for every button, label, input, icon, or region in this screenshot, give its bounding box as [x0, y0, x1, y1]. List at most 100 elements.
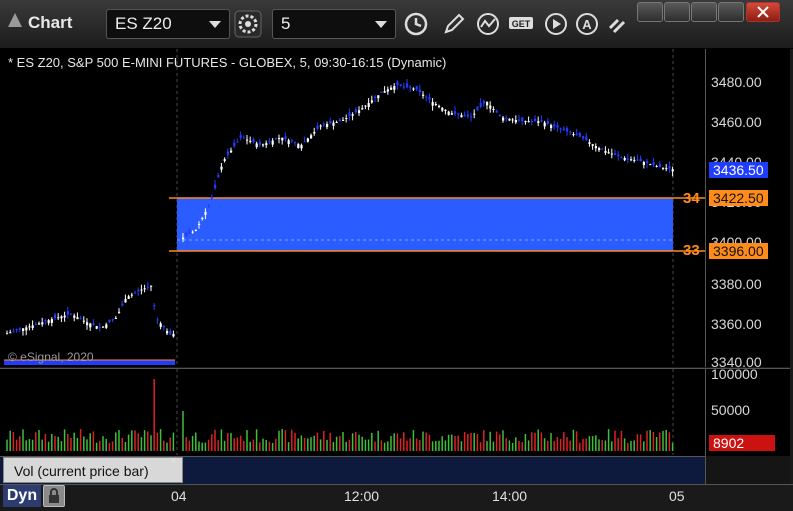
svg-text:GET: GET [512, 19, 531, 29]
candle-body [297, 144, 300, 149]
candle-body [642, 162, 645, 166]
price-tick: 3360.00 [711, 316, 762, 332]
gear-icon[interactable] [234, 10, 262, 38]
candle-body [546, 120, 549, 124]
candle-body [201, 217, 204, 219]
candle-body [230, 150, 233, 153]
candle-body [86, 322, 89, 326]
candle-body [319, 125, 322, 127]
candle-body [38, 323, 41, 325]
candle-body [63, 315, 66, 318]
time-tick: 04 [171, 488, 187, 504]
candle-body [396, 81, 399, 86]
candle-body [150, 285, 153, 287]
candle-body [82, 320, 85, 322]
candle-body [626, 158, 629, 160]
candle-body [399, 84, 402, 86]
time-tick: 12:00 [344, 488, 380, 504]
candle-body [582, 136, 585, 139]
chevron-down-icon [375, 21, 387, 28]
candle-body [191, 231, 194, 233]
candle-body [550, 125, 553, 129]
candle-body [6, 333, 9, 335]
close-icon [757, 6, 769, 18]
interval-value: 5 [281, 14, 291, 33]
study-label[interactable]: Vol (current price bar) [3, 457, 183, 483]
candle-body [50, 319, 53, 323]
candle-body [585, 136, 588, 141]
candle-body [402, 86, 405, 88]
candle-body [623, 157, 626, 161]
candle-body [108, 319, 111, 323]
close-button[interactable] [746, 2, 780, 22]
candle-body [639, 158, 642, 162]
lock-icon[interactable] [43, 485, 65, 507]
candle-body [226, 151, 229, 155]
candle-body [361, 108, 364, 110]
candle-body [47, 320, 50, 324]
candle-body [521, 117, 524, 122]
minimize-button[interactable] [691, 2, 717, 22]
candle-body [162, 325, 165, 328]
studies-icon[interactable] [474, 10, 502, 38]
candle-body [118, 311, 121, 313]
candle-body [281, 137, 284, 141]
candle-body [290, 140, 293, 142]
candle-body [655, 165, 658, 167]
candle-body [127, 296, 130, 299]
candle-body [390, 87, 393, 90]
candle-body [502, 117, 505, 121]
candle-body [380, 91, 383, 93]
pencil-icon[interactable] [440, 10, 468, 38]
candle-body [31, 325, 34, 329]
candle-body [300, 144, 303, 149]
restore-window-button[interactable] [664, 2, 690, 22]
candle-body [569, 131, 572, 133]
menu-window-button[interactable] [637, 2, 663, 22]
candle-body [601, 148, 604, 150]
candle-body [406, 83, 409, 88]
candle-body [594, 146, 597, 149]
candle-body [329, 121, 332, 124]
symbol-input[interactable]: ES Z20 [106, 9, 230, 39]
candle-body [194, 229, 197, 232]
candle-body [95, 326, 98, 329]
candle-body [370, 100, 373, 103]
candle-body [422, 94, 425, 96]
candle-body [57, 317, 60, 319]
symbol-value: ES Z20 [115, 14, 172, 33]
candle-body [534, 118, 537, 122]
time-tick: 05 [669, 488, 685, 504]
price-tick: 3380.00 [711, 276, 762, 292]
dynamic-mode-button[interactable]: Dyn [3, 485, 41, 507]
price-tick: 3480.00 [711, 74, 762, 90]
candle-body [610, 153, 613, 155]
volume-tick: 100000 [711, 366, 758, 382]
candle-body [393, 85, 396, 90]
candle-body [34, 323, 37, 325]
maximize-button[interactable] [718, 2, 744, 22]
candle-body [249, 140, 252, 142]
clock-icon[interactable] [402, 10, 430, 38]
candle-body [143, 288, 146, 290]
candle-body [242, 137, 245, 139]
candle-body [41, 322, 44, 325]
candle-body [159, 323, 162, 327]
candle-body [70, 313, 73, 315]
candle-body [646, 161, 649, 164]
candle-body [358, 110, 361, 113]
close-study-icon[interactable]: × [170, 455, 176, 467]
play-icon[interactable] [542, 10, 570, 38]
link-icon[interactable] [604, 10, 632, 38]
candle-body [537, 121, 540, 123]
candle-body [217, 174, 220, 178]
alert-icon[interactable]: A [573, 10, 601, 38]
candle-body [335, 122, 338, 124]
candle-body [114, 317, 117, 319]
candle-body [98, 327, 101, 329]
get-data-icon[interactable]: GET [507, 10, 535, 38]
interval-input[interactable]: 5 [272, 9, 396, 39]
candle-body [287, 140, 290, 145]
candle-body [268, 141, 271, 143]
candle-body [236, 141, 239, 143]
